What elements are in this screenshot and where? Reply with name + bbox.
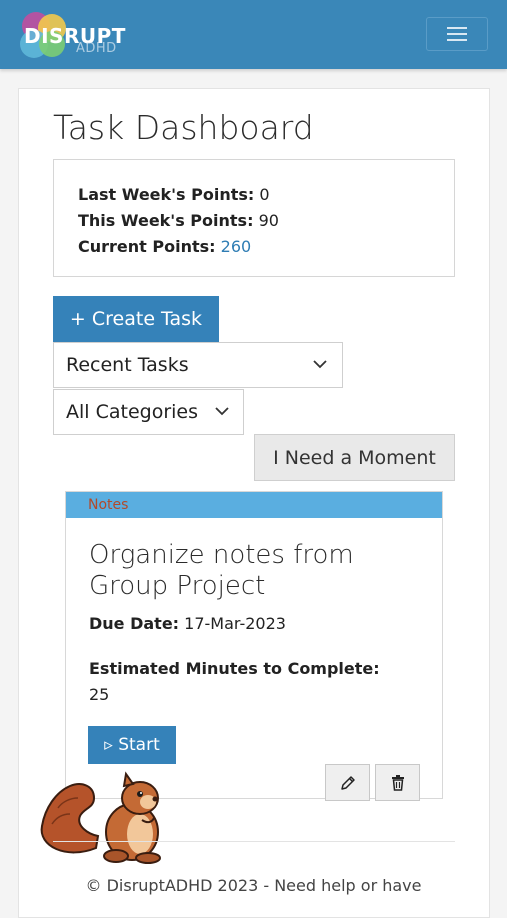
page-title: Task Dashboard <box>53 108 314 147</box>
sort-select[interactable]: Recent Tasks <box>53 342 343 388</box>
task-card: Notes Organize notes from Group Project … <box>65 491 443 801</box>
task-due-date: Due Date: 17-Mar-2023 <box>89 614 286 633</box>
hamburger-icon <box>447 27 467 41</box>
footer-divider <box>53 841 455 842</box>
estimate-label: Estimated Minutes to Complete: <box>89 659 380 678</box>
navbar: DISRUPT ADHD <box>0 0 507 69</box>
current-label: Current Points: <box>78 237 216 256</box>
squirrel-mascot-icon <box>40 771 161 864</box>
points-summary: Last Week's Points: 0 This Week's Points… <box>53 159 455 277</box>
chevron-down-icon <box>313 360 327 369</box>
trash-icon <box>391 774 404 791</box>
menu-toggle-button[interactable] <box>426 17 488 51</box>
brand-sub: ADHD <box>76 41 117 56</box>
task-title: Organize notes from Group Project <box>89 540 354 601</box>
due-date-label: Due Date: <box>89 614 180 633</box>
pencil-icon <box>340 775 355 790</box>
due-date-value: 17-Mar-2023 <box>184 614 286 633</box>
this-week-value: 90 <box>258 211 279 230</box>
this-week-label: This Week's Points: <box>78 211 254 230</box>
need-moment-button[interactable]: I Need a Moment <box>254 434 455 481</box>
footer-text: © DisruptADHD 2023 - Need help or have <box>85 876 422 895</box>
brand-logo[interactable]: DISRUPT ADHD <box>18 10 138 60</box>
create-task-button[interactable]: + Create Task <box>53 296 219 342</box>
chevron-down-icon <box>215 407 229 416</box>
category-select-value: All Categories <box>66 401 199 423</box>
task-category: Notes <box>66 492 442 518</box>
delete-task-button[interactable] <box>375 764 420 801</box>
edit-task-button[interactable] <box>325 764 370 801</box>
last-week-label: Last Week's Points: <box>78 185 255 204</box>
current-points: Current Points: 260 <box>78 234 454 260</box>
sort-select-value: Recent Tasks <box>66 354 189 376</box>
this-week-points: This Week's Points: 90 <box>78 208 454 234</box>
start-task-button[interactable]: ▹ Start <box>88 726 176 764</box>
category-select[interactable]: All Categories <box>53 389 244 435</box>
estimate-value: 25 <box>89 685 110 704</box>
last-week-value: 0 <box>259 185 270 204</box>
last-week-points: Last Week's Points: 0 <box>78 182 454 208</box>
current-value[interactable]: 260 <box>221 237 252 256</box>
